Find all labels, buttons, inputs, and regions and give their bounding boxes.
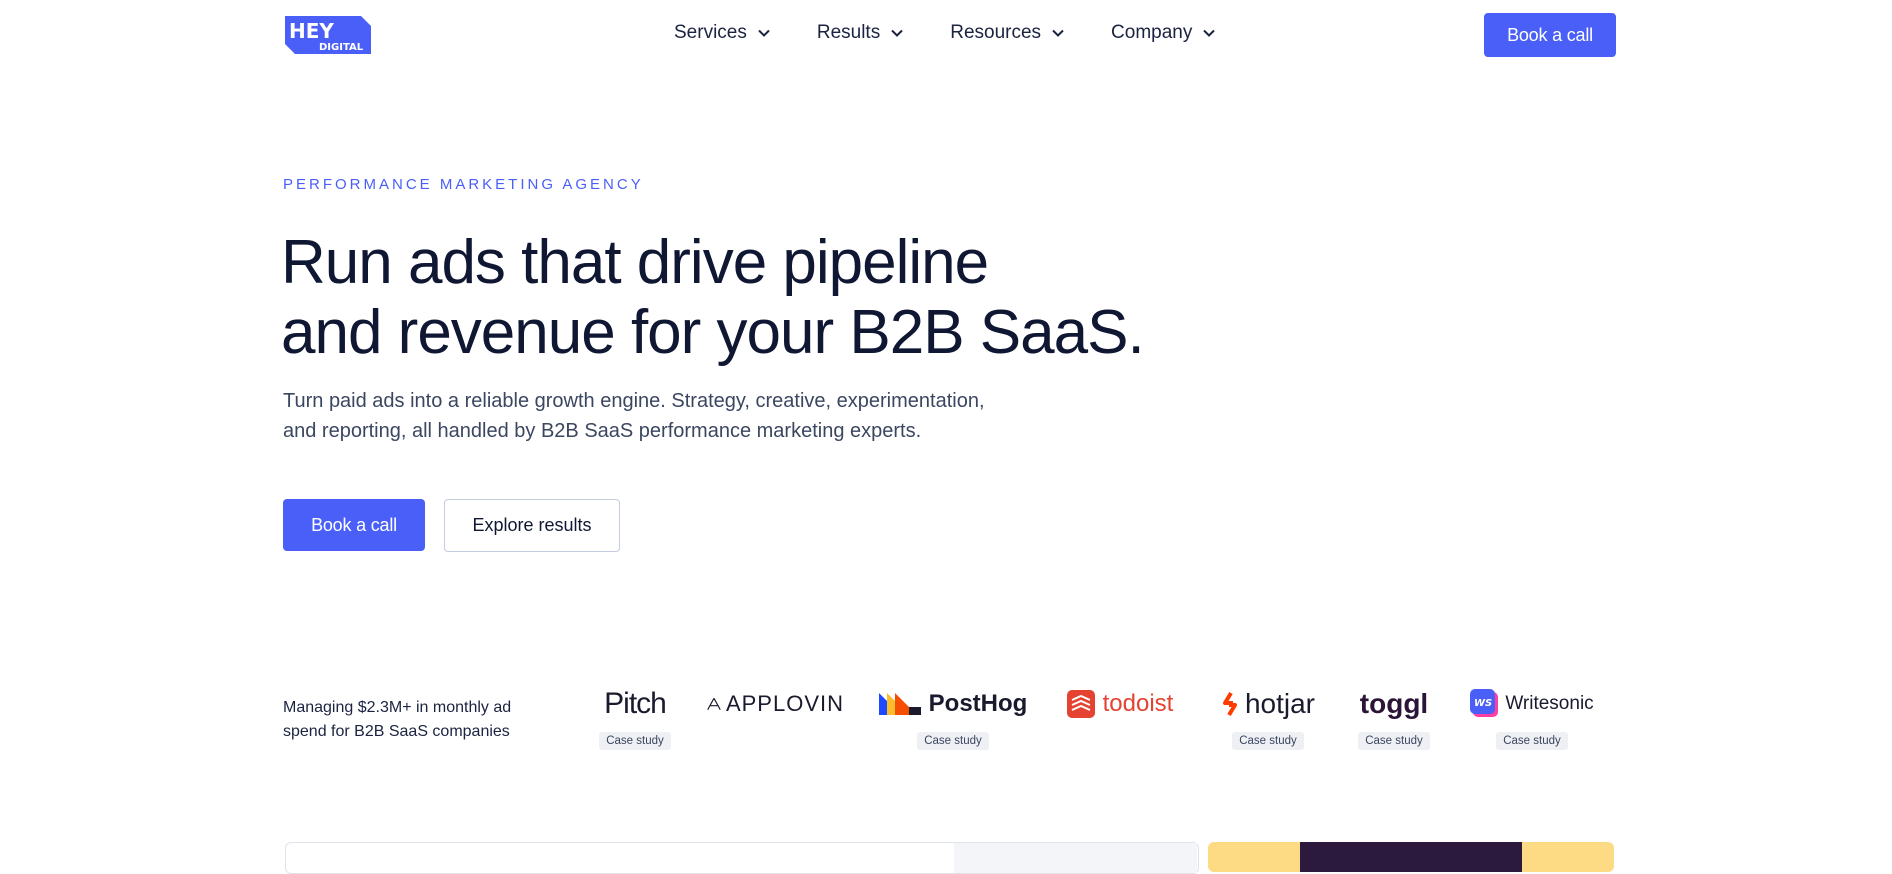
clients-intro-line-2: spend for B2B SaaS companies [283, 723, 510, 740]
testimonial-card-panel [1300, 842, 1522, 872]
todoist-icon [1066, 690, 1095, 718]
nav-services[interactable]: Services [674, 22, 771, 44]
todoist-wordmark: todoist [1062, 686, 1178, 722]
header-book-call-button[interactable]: Book a call [1484, 13, 1616, 57]
hero-eyebrow: PERFORMANCE MARKETING AGENCY [283, 176, 644, 193]
client-logo-hotjar[interactable]: hotjar Case study [1212, 686, 1324, 750]
hotjar-wordmark: hotjar [1212, 686, 1324, 722]
posthog-wordmark: PostHog [878, 686, 1028, 722]
hey-digital-logo[interactable]: HEY DIGITAL [283, 14, 373, 56]
nav-results-label: Results [816, 22, 881, 43]
chevron-down-icon [758, 29, 770, 37]
client-logo-todoist[interactable]: todoist [1062, 686, 1178, 722]
posthog-label: PostHog [928, 690, 1028, 717]
client-logo-applovin[interactable]: APPLOVIN [706, 686, 844, 722]
hero-subtext: Turn paid ads into a reliable growth eng… [283, 386, 1043, 446]
applovin-wordmark: APPLOVIN [706, 686, 844, 722]
chevron-down-icon [891, 29, 903, 37]
todoist-label: todoist [1102, 690, 1174, 717]
client-logo-toggl[interactable]: toggl Case study [1354, 686, 1434, 750]
applovin-icon [707, 698, 721, 710]
pitch-wordmark: Pitch [604, 687, 667, 720]
client-logo-writesonic[interactable]: WS Writesonic Case study [1466, 686, 1598, 750]
case-study-badge[interactable]: Case study [1496, 732, 1568, 750]
applovin-label: APPLOVIN [725, 691, 844, 716]
chevron-down-icon [1203, 29, 1216, 37]
hotjar-label: hotjar [1244, 688, 1316, 719]
case-study-badge[interactable]: Case study [1232, 732, 1304, 750]
main-nav: Services Results Resources Company [674, 22, 1216, 44]
nav-resources-label: Resources [950, 22, 1042, 43]
logo-wordmark: HEY [289, 19, 334, 43]
hero-book-call-button[interactable]: Book a call [283, 499, 425, 551]
logo-subtext: DIGITAL [319, 42, 364, 53]
nav-company-label: Company [1111, 22, 1193, 43]
clients-intro-line-1: Managing $2.3M+ in monthly ad [283, 699, 512, 716]
client-logo-posthog[interactable]: PostHog Case study [878, 686, 1028, 750]
writesonic-icon: WS [1470, 689, 1499, 717]
hotjar-icon [1222, 691, 1237, 717]
svg-text:WS: WS [1474, 698, 1492, 709]
nav-results[interactable]: Results [817, 22, 904, 44]
nav-services-label: Services [674, 22, 747, 43]
hero-headline-line-1: Run ads that drive pipeline [281, 228, 989, 297]
case-study-badge[interactable]: Case study [599, 732, 671, 750]
results-card-panel [954, 843, 1197, 873]
posthog-icon [878, 693, 921, 715]
writesonic-wordmark: WS Writesonic [1466, 686, 1598, 722]
toggl-wordmark: toggl [1359, 688, 1429, 719]
explore-results-button[interactable]: Explore results [444, 499, 620, 552]
hero-headline: Run ads that drive pipeline and revenue … [281, 228, 1145, 368]
chevron-down-icon [1052, 29, 1064, 37]
client-logo-pitch[interactable]: Pitch Case study [598, 686, 672, 750]
nav-company[interactable]: Company [1111, 22, 1216, 44]
hero-subtext-line-2: and reporting, all handled by B2B SaaS p… [283, 420, 922, 442]
hero-headline-line-2: and revenue for your B2B SaaS. [281, 298, 1145, 367]
hero-subtext-line-1: Turn paid ads into a reliable growth eng… [283, 390, 985, 412]
writesonic-label: Writesonic [1505, 693, 1594, 714]
nav-resources[interactable]: Resources [950, 22, 1065, 44]
case-study-badge[interactable]: Case study [917, 732, 989, 750]
case-study-badge[interactable]: Case study [1358, 732, 1430, 750]
clients-intro: Managing $2.3M+ in monthly ad spend for … [283, 696, 553, 744]
